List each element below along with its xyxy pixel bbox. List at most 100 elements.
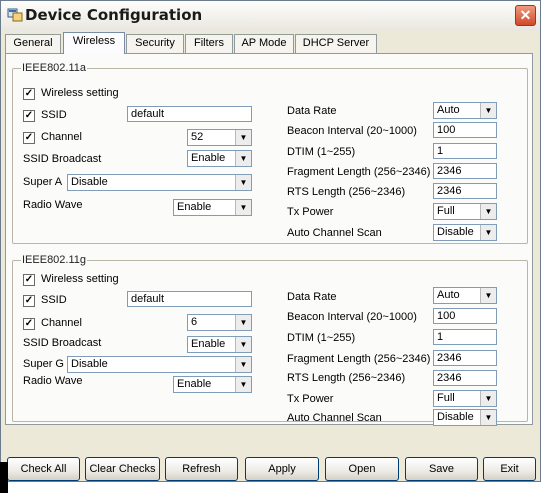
radio-wave-label: Radio Wave <box>23 375 83 387</box>
tx-power-value: Full <box>437 392 455 404</box>
ieee80211a-group: IEEE802.11a ✓ Wireless setting ✓ SSID de… <box>12 62 528 244</box>
clear-checks-button[interactable]: Clear Checks <box>85 457 160 481</box>
dropdown-arrow-icon[interactable]: ▼ <box>480 288 496 303</box>
window-title: Device Configuration <box>25 6 203 24</box>
auto-channel-scan-value: Disable <box>437 411 474 423</box>
dropdown-arrow-icon[interactable]: ▼ <box>235 357 251 372</box>
tab-wireless[interactable]: Wireless <box>63 32 125 54</box>
channel-checkbox[interactable]: ✓ <box>23 132 35 144</box>
ieee80211g-group: IEEE802.11g ✓ Wireless setting ✓ SSID de… <box>12 254 528 426</box>
dropdown-arrow-icon[interactable]: ▼ <box>235 200 251 215</box>
auto-channel-scan-label: Auto Channel Scan <box>287 227 382 239</box>
radio-wave-select[interactable]: Enable ▼ <box>173 376 252 393</box>
tab-security[interactable]: Security <box>126 34 184 53</box>
super-mode-value: Disable <box>71 176 108 188</box>
apply-button[interactable]: Apply <box>245 457 319 481</box>
wireless-setting-checkbox[interactable]: ✓ <box>23 274 35 286</box>
device-configuration-window: Device Configuration ✕ General Wireless … <box>0 0 541 482</box>
data-rate-value: Auto <box>437 104 460 116</box>
check-all-button[interactable]: Check All <box>7 457 80 481</box>
dropdown-arrow-icon[interactable]: ▼ <box>480 391 496 406</box>
tx-power-select[interactable]: Full ▼ <box>433 390 497 407</box>
dropdown-arrow-icon[interactable]: ▼ <box>235 377 251 392</box>
super-mode-select[interactable]: Disable ▼ <box>67 356 252 373</box>
dropdown-arrow-icon[interactable]: ▼ <box>235 130 251 145</box>
rts-length-input[interactable]: 2346 <box>433 183 497 199</box>
tx-power-value: Full <box>437 205 455 217</box>
dropdown-arrow-icon[interactable]: ▼ <box>480 204 496 219</box>
ssid-broadcast-label: SSID Broadcast <box>23 153 102 165</box>
app-window-icon <box>7 8 23 22</box>
dtim-input[interactable]: 1 <box>433 329 497 345</box>
open-button[interactable]: Open <box>325 457 399 481</box>
background-edge <box>0 462 8 493</box>
dropdown-arrow-icon[interactable]: ▼ <box>235 315 251 330</box>
tx-power-select[interactable]: Full ▼ <box>433 203 497 220</box>
dtim-input[interactable]: 1 <box>433 143 497 159</box>
auto-channel-scan-select[interactable]: Disable ▼ <box>433 224 497 241</box>
dtim-label: DTIM (1~255) <box>287 332 356 344</box>
wireless-tab-panel: IEEE802.11a ✓ Wireless setting ✓ SSID de… <box>5 53 533 426</box>
wireless-setting-label: Wireless setting <box>41 273 119 285</box>
dtim-label: DTIM (1~255) <box>287 146 356 158</box>
wireless-setting-checkbox[interactable]: ✓ <box>23 88 35 100</box>
ssid-broadcast-select[interactable]: Enable ▼ <box>187 150 252 167</box>
auto-channel-scan-select[interactable]: Disable ▼ <box>433 409 497 426</box>
radio-wave-label: Radio Wave <box>23 199 83 211</box>
data-rate-select[interactable]: Auto ▼ <box>433 102 497 119</box>
tab-dhcp-server[interactable]: DHCP Server <box>295 34 377 53</box>
checkmark-icon: ✓ <box>24 295 34 306</box>
auto-channel-scan-label: Auto Channel Scan <box>287 412 382 424</box>
ssid-label: SSID <box>41 109 67 121</box>
ssid-broadcast-value: Enable <box>191 152 226 164</box>
dropdown-arrow-icon[interactable]: ▼ <box>480 103 496 118</box>
super-mode-select[interactable]: Disable ▼ <box>67 174 252 191</box>
ssid-checkbox[interactable]: ✓ <box>23 295 35 307</box>
rts-length-input[interactable]: 2346 <box>433 370 497 386</box>
group-title: IEEE802.11g <box>22 254 87 266</box>
ssid-input[interactable]: default <box>127 291 252 307</box>
dropdown-arrow-icon[interactable]: ▼ <box>480 410 496 425</box>
ssid-input[interactable]: default <box>127 106 252 122</box>
refresh-button[interactable]: Refresh <box>165 457 238 481</box>
beacon-interval-label: Beacon Interval (20~1000) <box>287 311 417 323</box>
group-title: IEEE802.11a <box>22 62 87 74</box>
fragment-length-input[interactable]: 2346 <box>433 350 497 366</box>
rts-length-label: RTS Length (256~2346) <box>287 372 406 384</box>
channel-select[interactable]: 6 ▼ <box>187 314 252 331</box>
ssid-checkbox[interactable]: ✓ <box>23 110 35 122</box>
dropdown-arrow-icon[interactable]: ▼ <box>235 175 251 190</box>
ssid-broadcast-select[interactable]: Enable ▼ <box>187 336 252 353</box>
data-rate-value: Auto <box>437 289 460 301</box>
data-rate-select[interactable]: Auto ▼ <box>433 287 497 304</box>
close-icon[interactable]: ✕ <box>515 5 536 26</box>
radio-wave-value: Enable <box>177 201 212 213</box>
beacon-interval-input[interactable]: 100 <box>433 122 497 138</box>
dropdown-arrow-icon[interactable]: ▼ <box>480 225 496 240</box>
radio-wave-select[interactable]: Enable ▼ <box>173 199 252 216</box>
dropdown-arrow-icon[interactable]: ▼ <box>235 337 251 352</box>
auto-channel-scan-value: Disable <box>437 226 474 238</box>
rts-length-label: RTS Length (256~2346) <box>287 186 406 198</box>
title-bar[interactable]: Device Configuration ✕ <box>1 1 540 31</box>
save-button[interactable]: Save <box>405 457 478 481</box>
dropdown-arrow-icon[interactable]: ▼ <box>235 151 251 166</box>
beacon-interval-input[interactable]: 100 <box>433 308 497 324</box>
checkmark-icon: ✓ <box>24 132 34 143</box>
channel-select[interactable]: 52 ▼ <box>187 129 252 146</box>
tab-ap-mode[interactable]: AP Mode <box>234 34 294 53</box>
exit-button[interactable]: Exit <box>483 457 536 481</box>
data-rate-label: Data Rate <box>287 105 337 117</box>
fragment-length-label: Fragment Length (256~2346) <box>287 166 431 178</box>
tx-power-label: Tx Power <box>287 393 334 405</box>
channel-label: Channel <box>41 317 82 329</box>
wireless-setting-label: Wireless setting <box>41 87 119 99</box>
fragment-length-input[interactable]: 2346 <box>433 163 497 179</box>
ssid-label: SSID <box>41 294 67 306</box>
tab-filters[interactable]: Filters <box>185 34 233 53</box>
tab-general[interactable]: General <box>5 34 61 53</box>
checkmark-icon: ✓ <box>24 318 34 329</box>
data-rate-label: Data Rate <box>287 291 337 303</box>
super-mode-label: Super G <box>23 358 64 370</box>
channel-checkbox[interactable]: ✓ <box>23 318 35 330</box>
